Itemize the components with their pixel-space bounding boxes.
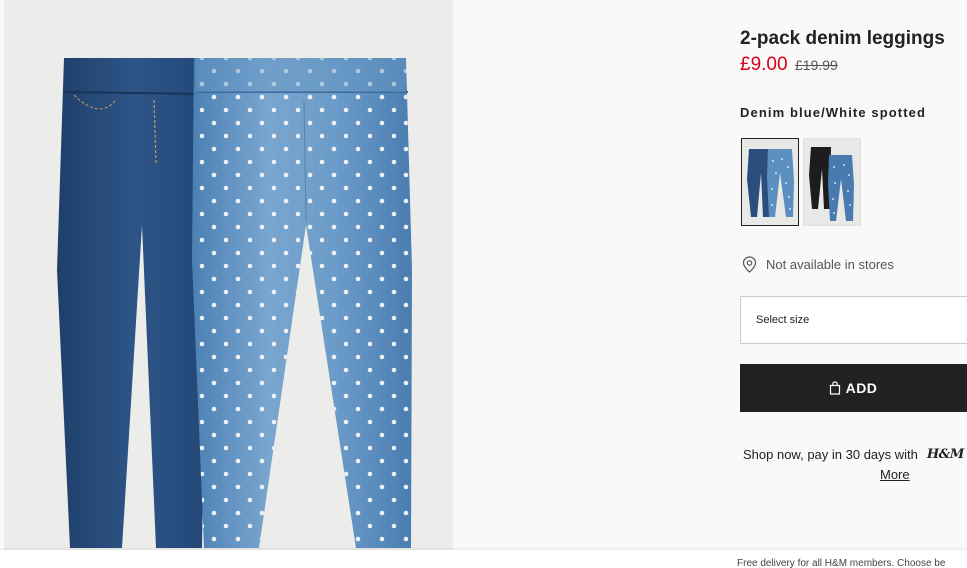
swatch-black-blue-image (804, 139, 860, 225)
store-availability: Not available in stores (742, 256, 894, 273)
sale-price: £9.00 (740, 54, 788, 75)
add-to-bag-button[interactable]: ADD (740, 364, 967, 412)
selected-color-name: Denim blue/White spotted (740, 105, 927, 120)
leggings-photo (4, 0, 453, 550)
original-price: £19.99 (795, 57, 838, 73)
product-title: 2-pack denim leggings (740, 28, 945, 49)
delivery-banner-text: Free delivery for all H&M members. Choos… (737, 558, 946, 568)
pay-later-text: Shop now, pay in 30 days with (743, 447, 918, 462)
size-select[interactable]: Select size (740, 296, 967, 344)
color-swatch-black-blue[interactable] (803, 138, 861, 226)
shopping-bag-icon (829, 381, 841, 395)
color-swatch-denim-spotted[interactable] (741, 138, 799, 226)
product-image[interactable] (4, 0, 453, 550)
location-pin-icon (742, 256, 757, 273)
swatch-denim-spotted-image (742, 139, 798, 225)
store-availability-text: Not available in stores (766, 257, 894, 272)
more-link[interactable]: More (880, 467, 910, 482)
add-to-bag-label: ADD (845, 380, 878, 396)
pay-later-row: Shop now, pay in 30 days with H&M × K (743, 447, 967, 462)
delivery-banner: Free delivery for all H&M members. Choos… (0, 550, 967, 568)
price-row: £9.00 £19.99 (740, 54, 838, 76)
hm-logo: H&M (926, 447, 964, 462)
